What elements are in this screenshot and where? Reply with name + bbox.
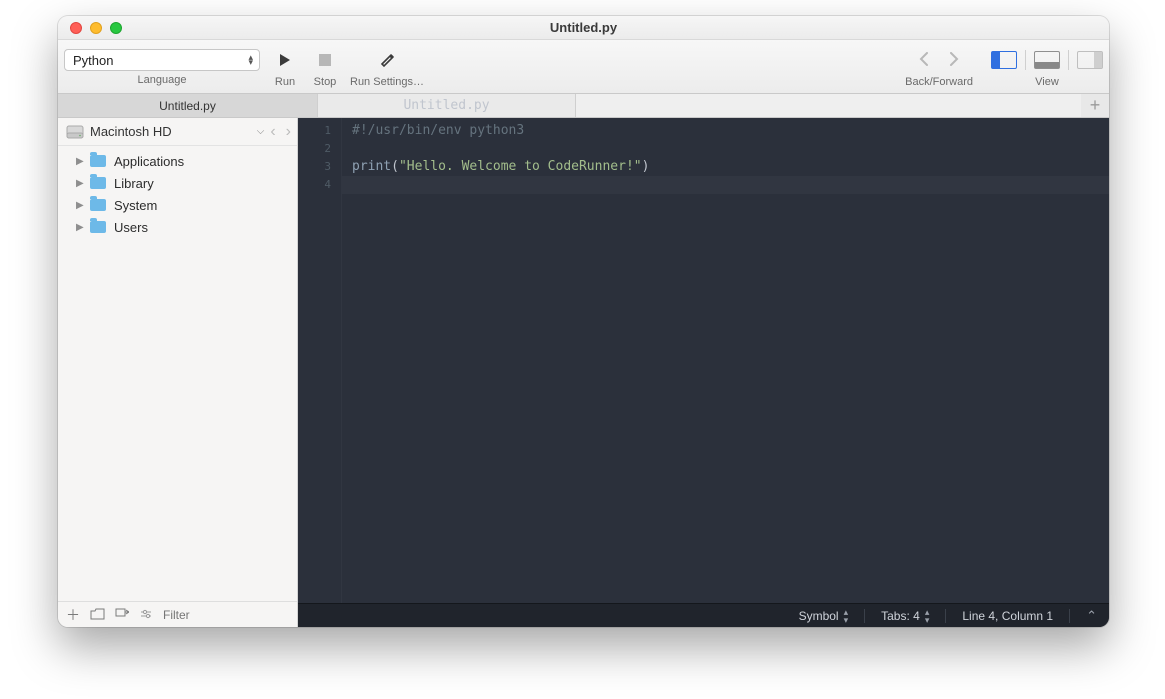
view-left-panel-button[interactable] bbox=[991, 51, 1017, 69]
tab-editor-file[interactable]: Untitled.py bbox=[318, 94, 576, 117]
tree-item-label: Library bbox=[114, 176, 154, 191]
folder-icon bbox=[90, 155, 106, 167]
view-bottom-panel-button[interactable] bbox=[1034, 51, 1060, 69]
code-line[interactable] bbox=[342, 140, 1109, 158]
tab-bar: Untitled.py Untitled.py + bbox=[58, 94, 1109, 118]
titlebar: Untitled.py bbox=[58, 16, 1109, 40]
filter-input[interactable] bbox=[163, 606, 318, 624]
tab-size-picker[interactable]: Tabs: 4 ▴▾ bbox=[881, 608, 929, 624]
status-bar: Symbol ▴▾ Tabs: 4 ▴▾ Line 4, Column 1 ⌃ bbox=[298, 603, 1109, 627]
folder-icon bbox=[90, 199, 106, 211]
toggle-console-button[interactable]: ⌃ bbox=[1086, 608, 1097, 624]
run-settings-button[interactable] bbox=[378, 47, 396, 73]
run-button[interactable] bbox=[270, 47, 300, 73]
stop-button[interactable] bbox=[310, 47, 340, 73]
line-gutter: 1234 bbox=[298, 118, 342, 603]
app-window: Untitled.py Python ▴▾ Language Run Stop bbox=[58, 16, 1109, 627]
sidebar-back-button[interactable]: ‹ bbox=[270, 123, 275, 141]
language-select[interactable]: Python ▴▾ bbox=[64, 49, 260, 71]
view-caption: View bbox=[1035, 76, 1059, 88]
tree-item-label: Applications bbox=[114, 154, 184, 169]
tabs-label: Tabs: 4 bbox=[881, 609, 920, 623]
chevron-down-icon[interactable]: ⌵ bbox=[257, 126, 265, 137]
run-settings-caption: Run Settings… bbox=[350, 76, 424, 88]
new-tab-button[interactable]: + bbox=[1081, 94, 1109, 117]
cursor-position[interactable]: Line 4, Column 1 bbox=[962, 609, 1053, 623]
symbol-label: Symbol bbox=[799, 609, 839, 623]
folder-icon bbox=[90, 221, 106, 233]
backforward-caption: Back/Forward bbox=[905, 76, 973, 88]
tree-item-label: System bbox=[114, 198, 157, 213]
window-title: Untitled.py bbox=[58, 20, 1109, 35]
nav-back-button[interactable] bbox=[918, 52, 930, 69]
sidebar-root-name: Macintosh HD bbox=[90, 124, 251, 139]
code-line[interactable] bbox=[342, 176, 1109, 194]
code-line[interactable]: print("Hello. Welcome to CodeRunner!") bbox=[342, 158, 1109, 176]
run-caption: Run bbox=[275, 76, 295, 88]
disclosure-triangle-icon[interactable]: ▶ bbox=[76, 178, 86, 189]
stop-caption: Stop bbox=[314, 76, 337, 88]
tree-item-label: Users bbox=[114, 220, 148, 235]
updown-chevron-icon: ▴▾ bbox=[925, 608, 930, 624]
sidebar-forward-button[interactable]: › bbox=[286, 123, 291, 141]
sidebar-footer: ＋ bbox=[58, 601, 297, 627]
code-editor[interactable]: 1234 #!/usr/bin/env python3 print("Hello.… bbox=[298, 118, 1109, 627]
tab-sidebar-file-label: Untitled.py bbox=[159, 99, 216, 113]
disclosure-triangle-icon[interactable]: ▶ bbox=[76, 222, 86, 233]
open-in-terminal-button[interactable] bbox=[115, 607, 129, 623]
sidebar-path-header[interactable]: Macintosh HD ⌵ ‹ › bbox=[58, 118, 297, 146]
updown-chevron-icon: ▴▾ bbox=[248, 55, 253, 65]
view-right-panel-button[interactable] bbox=[1077, 51, 1103, 69]
cursor-label: Line 4, Column 1 bbox=[962, 609, 1053, 623]
tree-item[interactable]: ▶ Applications bbox=[58, 150, 297, 172]
file-browser-sidebar: Macintosh HD ⌵ ‹ › ▶ Applications ▶ Library… bbox=[58, 118, 298, 627]
language-caption: Language bbox=[138, 74, 187, 86]
tab-sidebar-file[interactable]: Untitled.py bbox=[58, 94, 318, 117]
filter-icon bbox=[139, 606, 153, 623]
toolbar: Python ▴▾ Language Run Stop Run Setting bbox=[58, 40, 1109, 94]
tab-editor-file-label: Untitled.py bbox=[403, 98, 489, 113]
symbol-picker[interactable]: Symbol ▴▾ bbox=[799, 608, 849, 624]
folder-icon bbox=[90, 177, 106, 189]
add-button[interactable]: ＋ bbox=[66, 605, 80, 625]
tree-item[interactable]: ▶ System bbox=[58, 194, 297, 216]
code-line[interactable]: #!/usr/bin/env python3 bbox=[342, 122, 1109, 140]
updown-chevron-icon: ▴▾ bbox=[844, 608, 849, 624]
disclosure-triangle-icon[interactable]: ▶ bbox=[76, 200, 86, 211]
nav-forward-button[interactable] bbox=[948, 52, 960, 69]
code-lines[interactable]: #!/usr/bin/env python3 print("Hello. Welc… bbox=[342, 118, 1109, 603]
tree-item[interactable]: ▶ Users bbox=[58, 216, 297, 238]
disclosure-triangle-icon[interactable]: ▶ bbox=[76, 156, 86, 167]
file-tree: ▶ Applications ▶ Library ▶ System ▶ Users bbox=[58, 146, 297, 601]
new-folder-button[interactable] bbox=[90, 607, 105, 623]
tree-item[interactable]: ▶ Library bbox=[58, 172, 297, 194]
language-select-value: Python bbox=[73, 53, 113, 68]
hard-drive-icon bbox=[66, 123, 84, 141]
